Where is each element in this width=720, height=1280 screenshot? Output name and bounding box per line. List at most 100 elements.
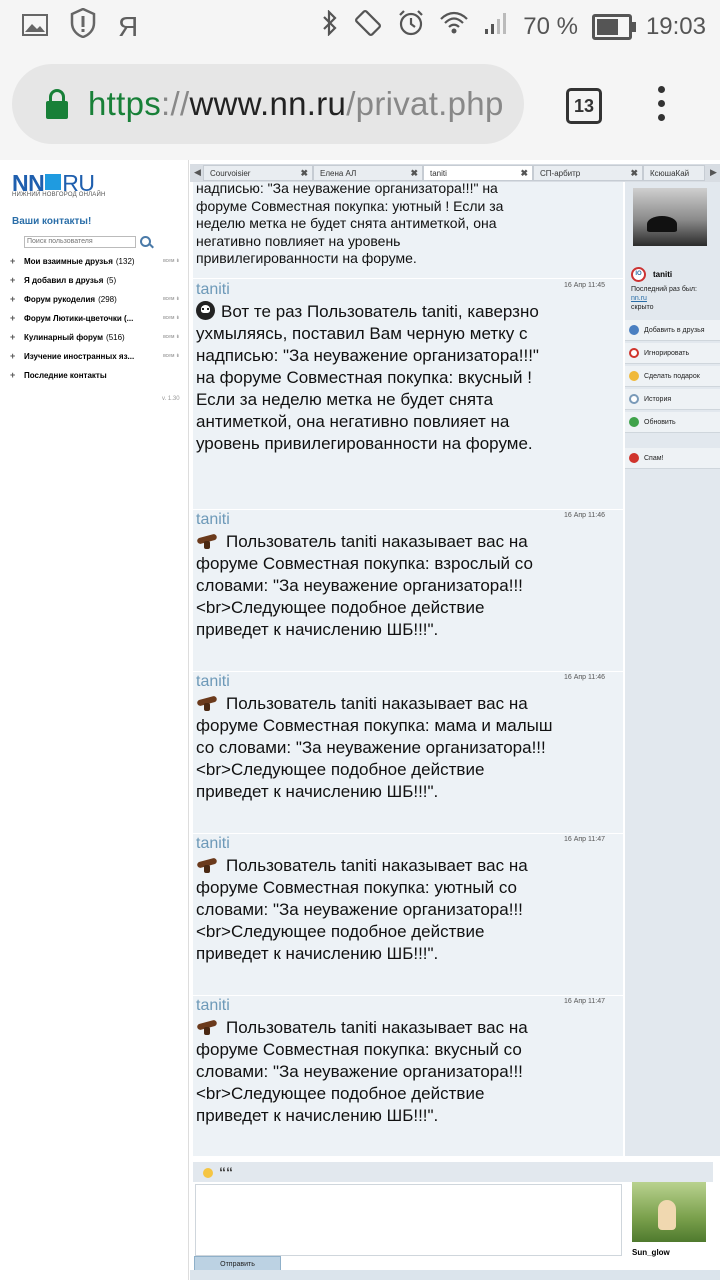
search-icon[interactable]: [140, 236, 151, 247]
refresh-icon: [629, 417, 639, 427]
battery-icon: [591, 13, 636, 40]
message-input[interactable]: [195, 1184, 622, 1256]
message-list: надписью: "За неуважение организатора!!!…: [193, 182, 623, 1156]
gift-icon: [629, 371, 639, 381]
message-item: taniti 16 Апр 11:47 Пользователь taniti …: [193, 995, 623, 1156]
message-item: taniti 16 Апр 11:45 Вот те раз Пользоват…: [193, 279, 623, 510]
refresh-button[interactable]: Обновить: [625, 412, 720, 433]
message-author[interactable]: taniti: [196, 281, 230, 299]
message-item: taniti 16 Апр 11:46 Пользователь taniti …: [193, 671, 623, 834]
wifi-icon: [439, 11, 469, 42]
message-author[interactable]: taniti: [196, 997, 230, 1015]
belt-icon: [196, 695, 220, 711]
version-label: v. 1.30: [162, 396, 180, 402]
tab-elena[interactable]: Елена АЛ ✖: [313, 165, 423, 181]
shield-alert-icon: [70, 7, 96, 45]
status-bar: Я 70 % 19:03: [0, 0, 720, 50]
message-author[interactable]: taniti: [196, 673, 230, 691]
ignore-icon: [629, 348, 639, 358]
compose-area: ““ Отправить: [193, 1162, 713, 1280]
message-text: надписью: "За неуважение организатора!!!…: [196, 182, 504, 266]
contacts-title: Ваши контакты!: [12, 216, 92, 227]
overflow-menu-icon[interactable]: [658, 86, 666, 128]
tab-taniti[interactable]: taniti ✖: [423, 165, 533, 181]
tab-ksyushakay[interactable]: КсюшаКай: [643, 165, 705, 181]
group-visibility-toggle[interactable]: всем ⇟: [163, 315, 180, 321]
signal-icon: [483, 11, 509, 42]
battery-percent: 70 %: [523, 12, 578, 40]
add-friend-button[interactable]: Добавить в друзья: [625, 320, 720, 341]
expand-icon[interactable]: +: [10, 294, 18, 304]
clock: 19:03: [645, 12, 706, 40]
ignore-button[interactable]: Игнорировать: [625, 343, 720, 364]
history-icon: [629, 394, 639, 404]
url-text[interactable]: https://www.nn.ru/privat.php: [88, 85, 504, 123]
message-time: 16 Апр 11:46: [563, 674, 605, 681]
spam-button[interactable]: Спам!: [625, 448, 720, 469]
tabs-scroll-left-icon[interactable]: ◀: [194, 167, 201, 178]
page-content: NN RU НИЖНИЙ НОВГОРОД ОНЛАЙН Ваши контакт…: [0, 160, 720, 1280]
tab-switcher-button[interactable]: 13: [566, 88, 602, 124]
peer-username: Sun_glow: [632, 1248, 670, 1257]
lock-icon: [46, 89, 68, 119]
message-text: Пользователь taniti наказывает вас на фо…: [196, 694, 553, 801]
group-visibility-toggle[interactable]: всем ⇟: [163, 258, 180, 264]
profile-username[interactable]: taniti: [653, 270, 672, 279]
rotation-icon: [353, 8, 383, 45]
history-button[interactable]: История: [625, 389, 720, 410]
contact-group-cooking[interactable]: + Кулинарный форум (516) всем ⇟: [10, 330, 186, 344]
contact-group-added[interactable]: + Я добавил в друзья (5): [10, 273, 186, 287]
contacts-panel: NN RU НИЖНИЙ НОВГОРОД ОНЛАЙН Ваши контакт…: [6, 160, 189, 1280]
expand-icon[interactable]: +: [10, 370, 18, 380]
quote-icon[interactable]: ““: [219, 1164, 233, 1180]
close-icon[interactable]: ✖: [520, 168, 528, 179]
profile-panel: IO taniti Последний раз был: nn.ru скрыт…: [625, 182, 720, 1156]
add-friend-icon: [629, 325, 639, 335]
contact-group-languages[interactable]: + Изучение иностранных яз... всем ⇟: [10, 349, 186, 363]
browser-toolbar: https://www.nn.ru/privat.php 13: [0, 50, 720, 160]
contact-group-flowers[interactable]: + Форум Лютики-цветочки (... всем ⇟: [10, 311, 186, 325]
chat-tabs: ◀ Courvoisier ✖ Елена АЛ ✖ taniti ✖ СП-арби…: [190, 164, 720, 182]
avatar[interactable]: [633, 188, 707, 246]
close-icon[interactable]: ✖: [300, 168, 308, 179]
tabs-scroll-right-icon[interactable]: ▶: [710, 167, 717, 178]
tab-sp-arbitr[interactable]: СП-арбитр ✖: [533, 165, 643, 181]
message-text: Пользователь taniti наказывает вас на фо…: [196, 1018, 528, 1125]
bluetooth-icon: [321, 9, 339, 43]
gift-button[interactable]: Сделать подарок: [625, 366, 720, 387]
belt-icon: [196, 533, 220, 549]
logo-subtitle: НИЖНИЙ НОВГОРОД ОНЛАЙН: [12, 192, 106, 198]
gallery-icon: [22, 11, 48, 43]
message-time: 16 Апр 11:47: [563, 998, 605, 1005]
address-bar[interactable]: https://www.nn.ru/privat.php: [12, 64, 524, 144]
close-icon[interactable]: ✖: [630, 168, 638, 179]
spam-icon: [629, 453, 639, 463]
message-author[interactable]: taniti: [196, 511, 230, 529]
message-author[interactable]: taniti: [196, 835, 230, 853]
message-time: 16 Апр 11:46: [563, 512, 605, 519]
message-text: Пользователь taniti наказывает вас на фо…: [196, 856, 528, 963]
expand-icon[interactable]: +: [10, 275, 18, 285]
last-seen: Последний раз был: nn.ru скрыто: [631, 286, 697, 311]
group-visibility-toggle[interactable]: всем ⇟: [163, 353, 180, 359]
message-time: 16 Апр 11:47: [563, 836, 605, 843]
peer-avatar[interactable]: [632, 1182, 706, 1242]
belt-icon: [196, 857, 220, 873]
message-item: taniti 16 Апр 11:47 Пользователь taniti …: [193, 833, 623, 996]
expand-icon[interactable]: +: [10, 332, 18, 342]
expand-icon[interactable]: +: [10, 256, 18, 266]
contact-group-mutual[interactable]: + Мои взаимные друзья (132) всем ⇟: [10, 254, 186, 268]
expand-icon[interactable]: +: [10, 313, 18, 323]
smile-icon[interactable]: [203, 1168, 213, 1178]
contact-group-handicraft[interactable]: + Форум рукоделия (298) всем ⇟: [10, 292, 186, 306]
contact-group-recent[interactable]: + Последние контакты: [10, 368, 186, 382]
group-visibility-toggle[interactable]: всем ⇟: [163, 296, 180, 302]
message-item: taniti 16 Апр 11:46 Пользователь taniti …: [193, 509, 623, 672]
expand-icon[interactable]: +: [10, 351, 18, 361]
last-seen-site-link[interactable]: nn.ru: [631, 295, 647, 302]
tab-courvoisier[interactable]: Courvoisier ✖: [203, 165, 313, 181]
yandex-icon: Я: [118, 10, 139, 42]
group-visibility-toggle[interactable]: всем ⇟: [163, 334, 180, 340]
contact-search-input[interactable]: [24, 236, 136, 248]
close-icon[interactable]: ✖: [410, 168, 418, 179]
